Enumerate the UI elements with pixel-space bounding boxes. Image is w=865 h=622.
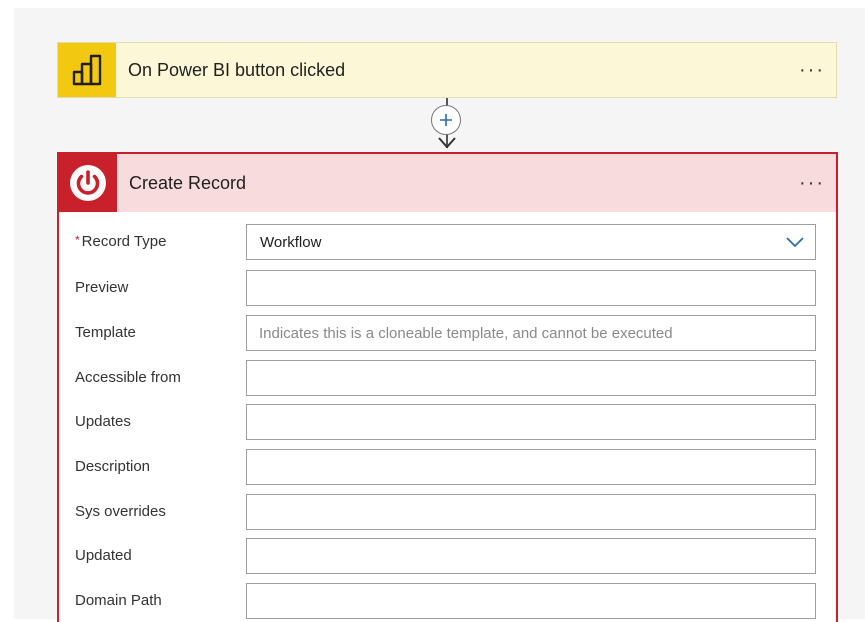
preview-input[interactable] [246,270,816,306]
chevron-down-icon [775,236,815,248]
field-row-updated: Updated [59,538,836,574]
field-row-sys-overrides: Sys overrides [59,494,836,530]
sys-overrides-input[interactable] [246,494,816,530]
field-label: Updates [75,413,131,430]
field-label: Preview [75,279,129,296]
updates-input[interactable] [246,404,816,440]
field-label: Sys overrides [75,503,166,520]
field-label: Updated [75,547,132,564]
updated-input[interactable] [246,538,816,574]
plus-icon [440,114,452,126]
accessible-from-input[interactable] [246,360,816,396]
description-input[interactable] [246,449,816,485]
domain-path-input[interactable] [246,583,816,619]
trigger-more-button[interactable]: ··· [788,43,836,97]
field-row-accessible-from: Accessible from [59,360,836,396]
action-title: Create Record [129,172,247,193]
template-input[interactable] [246,315,816,351]
trigger-icon-box [58,43,116,97]
field-label: Template [75,324,136,341]
action-more-button[interactable]: ··· [788,154,836,212]
field-label-text: Record Type [81,233,167,250]
field-row-template: Template [59,315,836,351]
field-label: Accessible from [75,369,181,386]
create-record-card: Create Record ··· * Record Type Workflow … [57,152,838,622]
field-label: Description [75,458,151,475]
trigger-card[interactable]: On Power BI button clicked ··· [57,42,837,98]
field-label: Domain Path [75,592,162,609]
record-type-select[interactable]: Workflow [246,224,816,260]
trigger-title: On Power BI button clicked [128,59,346,80]
required-indicator: * [75,233,80,247]
add-step-button[interactable] [431,105,461,135]
power-icon [70,165,106,201]
field-label: * Record Type [75,233,166,250]
field-row-record-type: * Record Type Workflow [59,224,836,260]
power-bi-icon [72,54,102,86]
field-row-updates: Updates [59,404,836,440]
field-row-description: Description [59,449,836,485]
action-icon-box [59,154,117,212]
field-row-domain-path: Domain Path [59,583,836,619]
select-value: Workflow [260,233,322,251]
arrow-down-icon [438,137,456,149]
field-row-preview: Preview [59,270,836,306]
action-header[interactable]: Create Record ··· [59,154,836,212]
